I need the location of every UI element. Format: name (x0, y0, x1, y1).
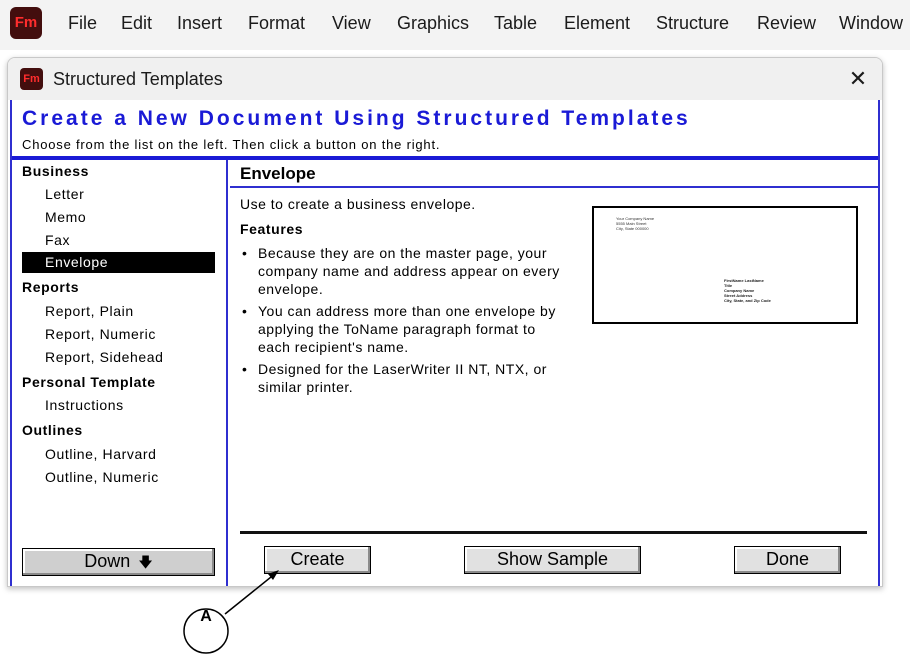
callout-label: A (200, 608, 212, 625)
callout-pointer (224, 572, 277, 615)
callout-annotation (183, 570, 279, 654)
